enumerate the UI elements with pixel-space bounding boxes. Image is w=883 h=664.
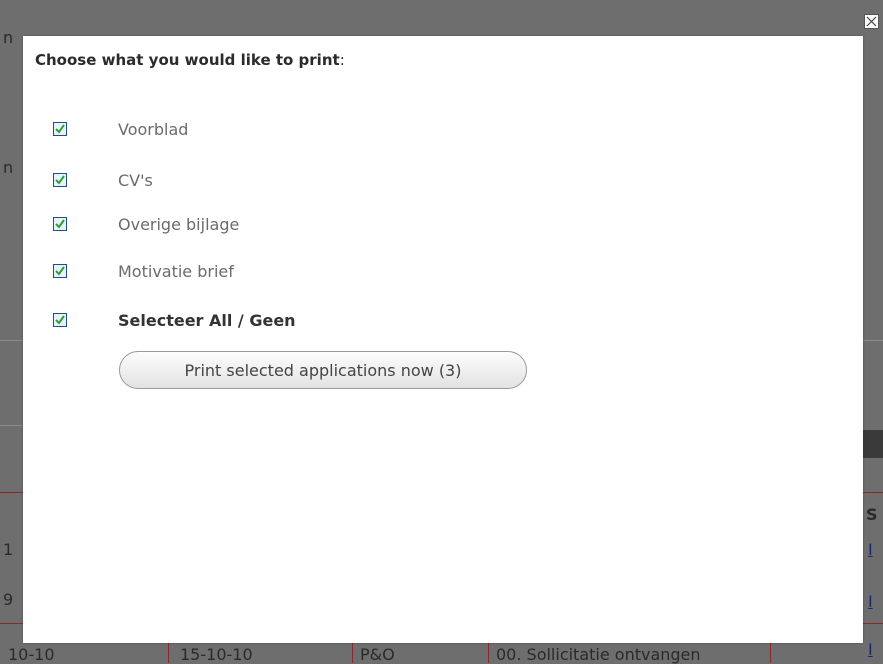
bg-table-line [863, 492, 883, 493]
bg-table-vline [352, 643, 353, 663]
option-label: Motivatie brief [118, 261, 234, 281]
option-label: Voorblad [118, 119, 189, 139]
bg-table-line [863, 623, 883, 624]
checkbox-motivatie-brief[interactable] [53, 264, 67, 278]
bg-table-vline [488, 643, 489, 663]
close-icon [866, 16, 877, 27]
checkmark-icon [55, 124, 65, 134]
checkmark-icon [55, 266, 65, 276]
checkmark-icon [55, 175, 65, 185]
bg-header-bar [863, 430, 883, 458]
option-label: CV's [118, 170, 153, 190]
bg-text-fragment: S [866, 505, 878, 524]
bg-text-fragment: n [3, 158, 14, 177]
checkbox-voorblad[interactable] [53, 122, 67, 136]
bg-row-dept: P&O [360, 645, 395, 664]
bg-text-fragment: n [3, 28, 14, 47]
bg-table-vline [168, 643, 169, 663]
checkbox-select-all[interactable] [53, 313, 67, 327]
option-label: Overige bijlage [118, 214, 240, 234]
bg-link-fragment: I [868, 640, 873, 659]
print-dialog: Choose what you would like to print: Voo… [23, 36, 863, 643]
bg-divider [0, 425, 23, 426]
checkmark-icon [55, 219, 65, 229]
dialog-title: Choose what you would like to print: [35, 51, 345, 69]
option-label: Selecteer All / Geen [118, 310, 296, 330]
close-button[interactable] [864, 14, 879, 29]
checkbox-overige-bijlage[interactable] [53, 217, 67, 231]
bg-table-vline [770, 643, 771, 663]
dialog-title-text: Choose what you would like to print [35, 51, 340, 69]
bg-row-date: 15-10-10 [180, 645, 253, 664]
bg-divider [863, 340, 883, 341]
print-selected-button[interactable]: Print selected applications now (3) [119, 351, 527, 389]
bg-row-status: 00. Sollicitatie ontvangen [496, 645, 701, 664]
bg-link-fragment: I [868, 540, 873, 559]
bg-text-fragment: 1 [3, 540, 14, 559]
checkbox-cvs[interactable] [53, 173, 67, 187]
checkmark-icon [55, 315, 65, 325]
bg-text-fragment: 9 [3, 590, 14, 609]
bg-table-line [0, 623, 23, 624]
bg-row-date: 10-10 [8, 645, 55, 664]
bg-table-line [0, 492, 23, 493]
dialog-title-colon: : [339, 51, 345, 69]
bg-divider [0, 340, 23, 341]
bg-link-fragment: I [868, 592, 873, 611]
